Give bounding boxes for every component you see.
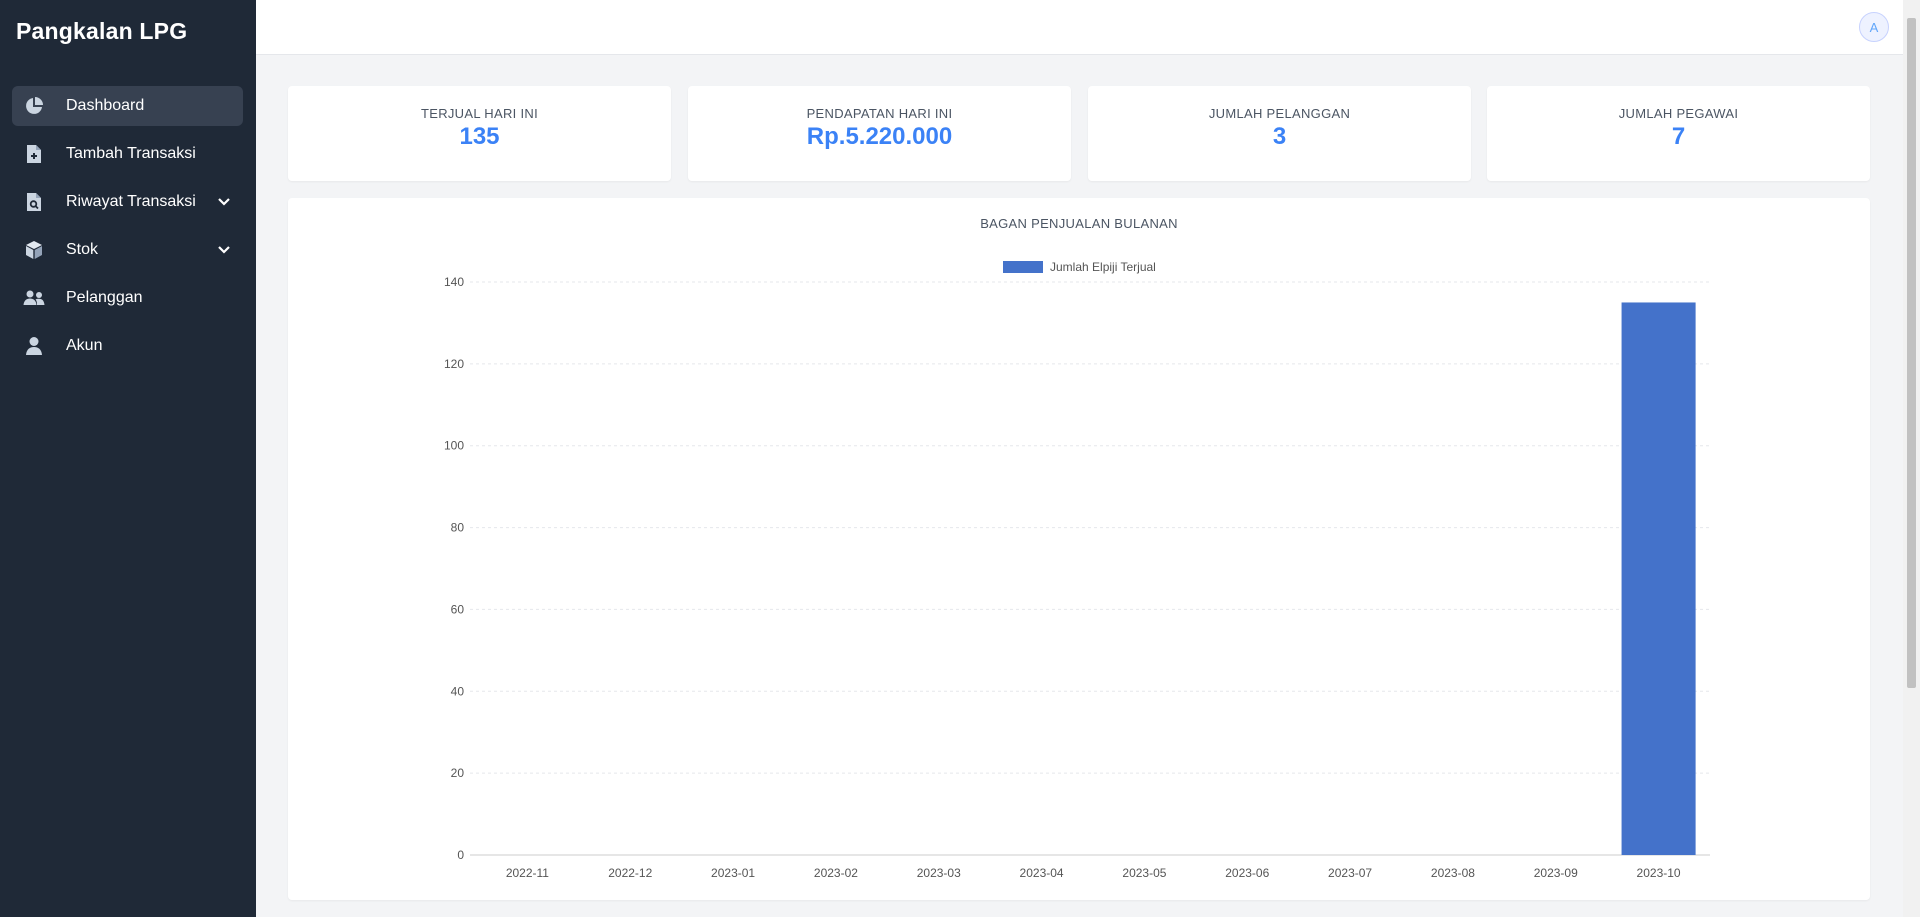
stat-value: 135 — [459, 123, 500, 150]
stat-label: TERJUAL HARI INI — [420, 106, 538, 121]
stat-card-pegawai: JUMLAH PEGAWAI 7 — [1487, 86, 1870, 181]
x-tick-label: 2023-01 — [711, 866, 755, 880]
y-tick-label: 100 — [444, 439, 464, 453]
bar — [1621, 302, 1696, 855]
legend-swatch — [1003, 261, 1043, 273]
x-tick-label: 2023-10 — [1637, 866, 1681, 880]
sidebar-item-akun[interactable]: Akun — [12, 326, 243, 366]
stat-label: JUMLAH PELANGGAN — [1208, 106, 1351, 121]
x-tick-label: 2023-05 — [1122, 866, 1166, 880]
stat-card-terjual: TERJUAL HARI INI 135 — [288, 86, 671, 181]
sidebar-item-label: Riwayat Transaksi — [66, 193, 196, 210]
sidebar-nav: Dashboard Tambah Transaksi Riwayat Trans… — [12, 86, 243, 374]
x-tick-label: 2022-11 — [506, 866, 549, 880]
brand-title: Pangkalan LPG — [16, 18, 188, 44]
file-search-icon — [22, 190, 46, 214]
y-tick-label: 140 — [444, 275, 464, 289]
y-tick-label: 80 — [451, 521, 465, 535]
stat-value: 7 — [1671, 123, 1686, 150]
stat-card-pendapatan: PENDAPATAN HARI INI Rp.5.220.000 — [688, 86, 1071, 181]
x-tick-label: 2023-04 — [1020, 866, 1064, 880]
box-icon — [22, 238, 46, 262]
chevron-down-icon[interactable] — [215, 241, 233, 259]
users-icon — [22, 286, 46, 310]
monthly-sales-chart: 0 20 40 60 80 100 120 140 2022-11 2022-12 2023-01 2… — [444, 260, 1710, 880]
y-tick-label: 0 — [457, 848, 464, 862]
scrollbar-thumb[interactable] — [1907, 18, 1916, 688]
page-scrollbar[interactable] — [1903, 0, 1920, 917]
sidebar-item-riwayat-transaksi[interactable]: Riwayat Transaksi — [12, 182, 243, 222]
x-tick-label: 2023-06 — [1225, 866, 1269, 880]
top-header: A — [256, 0, 1903, 55]
sidebar-item-dashboard[interactable]: Dashboard — [12, 86, 243, 126]
stat-card-pelanggan: JUMLAH PELANGGAN 3 — [1088, 86, 1471, 181]
x-tick-label: 2023-08 — [1431, 866, 1475, 880]
sidebar-item-label: Akun — [66, 337, 103, 354]
legend-label: Jumlah Elpiji Terjual — [1050, 260, 1156, 274]
sidebar-item-tambah-transaksi[interactable]: Tambah Transaksi — [12, 134, 243, 174]
stat-value: Rp.5.220.000 — [806, 123, 953, 150]
stat-label: JUMLAH PEGAWAI — [1618, 106, 1739, 121]
user-icon — [22, 334, 46, 358]
sidebar-item-label: Dashboard — [66, 97, 145, 114]
sidebar-item-label: Stok — [66, 241, 99, 258]
sidebar-item-stok[interactable]: Stok — [12, 230, 243, 270]
y-tick-label: 40 — [451, 684, 465, 698]
stat-label: PENDAPATAN HARI INI — [806, 106, 953, 121]
y-tick-label: 60 — [451, 602, 465, 616]
file-plus-icon — [22, 142, 46, 166]
sidebar-item-pelanggan[interactable]: Pelanggan — [12, 278, 243, 318]
x-tick-label: 2022-12 — [608, 866, 652, 880]
chart-panel: BAGAN PENJUALAN BULANAN 0 20 40 60 80 100 120 1… — [288, 198, 1870, 900]
avatar[interactable]: A — [1859, 12, 1889, 42]
y-tick-label: 20 — [451, 766, 465, 780]
x-tick-label: 2023-09 — [1534, 866, 1578, 880]
sidebar: Pangkalan LPG Dashboard Tambah Transaksi… — [0, 0, 256, 917]
y-tick-label: 120 — [444, 357, 464, 371]
x-tick-label: 2023-02 — [814, 866, 858, 880]
x-tick-label: 2023-03 — [917, 866, 961, 880]
pie-chart-icon — [22, 94, 46, 118]
x-tick-label: 2023-07 — [1328, 866, 1372, 880]
chevron-down-icon[interactable] — [215, 193, 233, 211]
sidebar-item-label: Tambah Transaksi — [66, 145, 196, 162]
stat-value: 3 — [1272, 123, 1287, 150]
sidebar-item-label: Pelanggan — [66, 289, 143, 306]
